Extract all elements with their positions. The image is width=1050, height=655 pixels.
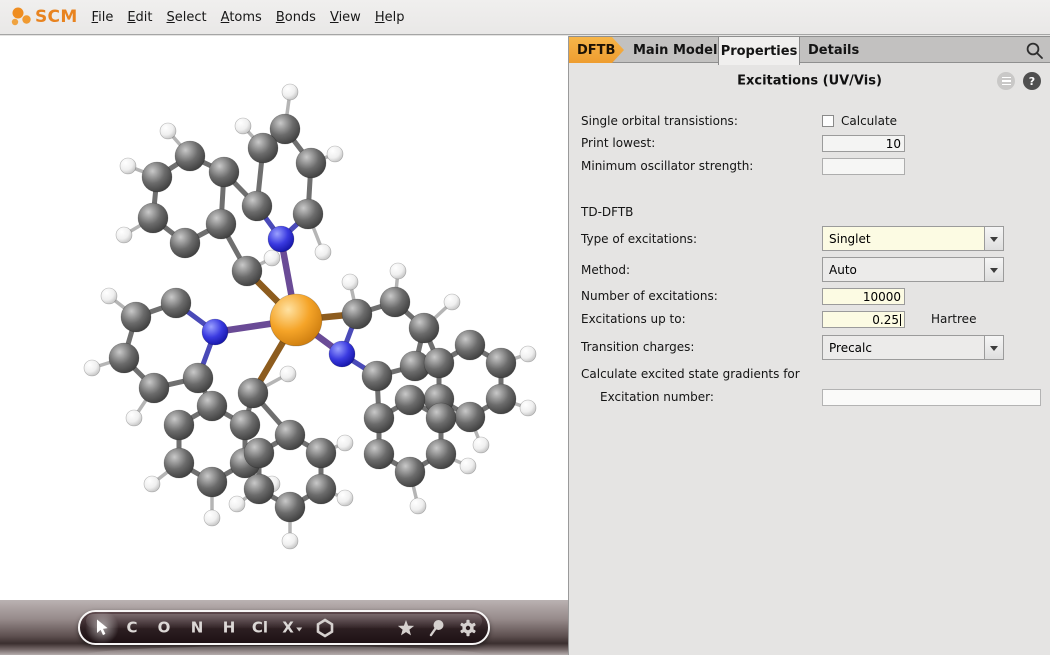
element-o-button[interactable]: O [158, 620, 171, 635]
cursor-arrow-icon [95, 619, 109, 636]
element-c-button[interactable]: C [126, 620, 137, 635]
scm-logo-text: SCM [35, 7, 78, 27]
number-of-excitations-label: Number of excitations: [581, 289, 718, 303]
type-of-excitations-value: Singlet [823, 232, 984, 246]
scm-logo-dots-icon [8, 4, 34, 30]
menu-edit[interactable]: Edit [127, 10, 152, 25]
gear-icon [459, 619, 477, 637]
structures-tool[interactable] [398, 620, 415, 636]
search-icon[interactable] [1024, 40, 1045, 61]
print-lowest-input[interactable]: 10 [822, 135, 905, 152]
calculate-checkbox-label: Calculate [841, 114, 897, 128]
molecule-3d-model[interactable] [0, 36, 568, 655]
help-icon[interactable]: ? [1023, 72, 1041, 90]
excitation-number-input[interactable] [822, 389, 1041, 406]
tab-dftb[interactable]: DFTB [569, 37, 624, 63]
excitations-up-to-value: 0.25 [872, 313, 899, 327]
tab-bar: DFTB Main Model Properties Details [569, 36, 1050, 63]
type-of-excitations-label: Type of excitations: [581, 232, 697, 246]
transition-charges-select[interactable]: Precalc [822, 335, 1004, 360]
menu-bonds[interactable]: Bonds [276, 10, 316, 25]
element-n-button[interactable]: N [191, 620, 204, 635]
menubar: SCM File Edit Select Atoms Bonds View He… [0, 0, 1050, 35]
min-oscillator-label: Minimum oscillator strength: [581, 159, 753, 173]
excitation-number-label: Excitation number: [600, 390, 714, 404]
tab-properties[interactable]: Properties [718, 37, 800, 65]
print-lowest-label: Print lowest: [581, 136, 655, 150]
molecule-viewer[interactable]: C O N H Cl X [0, 36, 568, 655]
tab-details[interactable]: Details [806, 37, 861, 63]
transition-charges-value: Precalc [823, 341, 984, 355]
hartree-unit-label: Hartree [931, 312, 976, 326]
method-label: Method: [581, 263, 630, 277]
chevron-down-icon[interactable] [984, 336, 1003, 359]
pin-balloon-icon [430, 619, 445, 636]
ring-structure-tool[interactable] [316, 618, 334, 637]
text-cursor [900, 314, 901, 326]
number-of-excitations-value: 10000 [863, 290, 901, 304]
settings-tool[interactable] [459, 619, 477, 637]
number-of-excitations-input[interactable]: 10000 [822, 288, 905, 305]
menu-select[interactable]: Select [167, 10, 207, 25]
single-orbital-label: Single orbital transistions: [581, 114, 738, 128]
pointer-tool[interactable] [430, 619, 445, 636]
menu-file[interactable]: File [92, 10, 114, 25]
scm-logo: SCM [8, 4, 78, 30]
menu-atoms[interactable]: Atoms [221, 10, 262, 25]
element-x-button[interactable]: X [282, 620, 302, 635]
element-x-label: X [282, 620, 294, 635]
element-cl-button[interactable]: Cl [252, 620, 268, 635]
excited-state-gradients-label: Calculate excited state gradients for [581, 367, 800, 381]
viewer-panel-divider [568, 36, 569, 655]
transition-charges-label: Transition charges: [581, 340, 694, 354]
td-dftb-section-label: TD-DFTB [581, 205, 633, 219]
excitations-up-to-input[interactable]: 0.25 [822, 311, 905, 328]
tab-model[interactable]: Model [671, 37, 719, 63]
chevron-down-icon [296, 627, 302, 634]
hexagon-ring-icon [316, 618, 334, 637]
chevron-down-icon[interactable] [984, 227, 1003, 250]
menu-view[interactable]: View [330, 10, 361, 25]
excitations-up-to-label: Excitations up to: [581, 312, 686, 326]
panel-title: Excitations (UV/Vis) [569, 74, 1050, 89]
type-of-excitations-select[interactable]: Singlet [822, 226, 1004, 251]
calculate-checkbox[interactable] [822, 115, 834, 127]
print-lowest-value: 10 [886, 137, 901, 151]
tab-main[interactable]: Main [631, 37, 670, 63]
chevron-down-icon[interactable] [984, 258, 1003, 281]
viewer-toolbar: C O N H Cl X [78, 610, 490, 645]
select-cursor-tool[interactable] [95, 619, 109, 636]
dftb-input-panel: DFTB Main Model Properties Details Excit… [569, 36, 1050, 655]
method-select[interactable]: Auto [822, 257, 1004, 282]
method-value: Auto [823, 263, 984, 277]
min-oscillator-input[interactable] [822, 158, 905, 175]
panel-menu-icon[interactable] [997, 72, 1015, 90]
menu-help[interactable]: Help [375, 10, 405, 25]
star-icon [398, 620, 415, 636]
element-h-button[interactable]: H [223, 620, 236, 635]
